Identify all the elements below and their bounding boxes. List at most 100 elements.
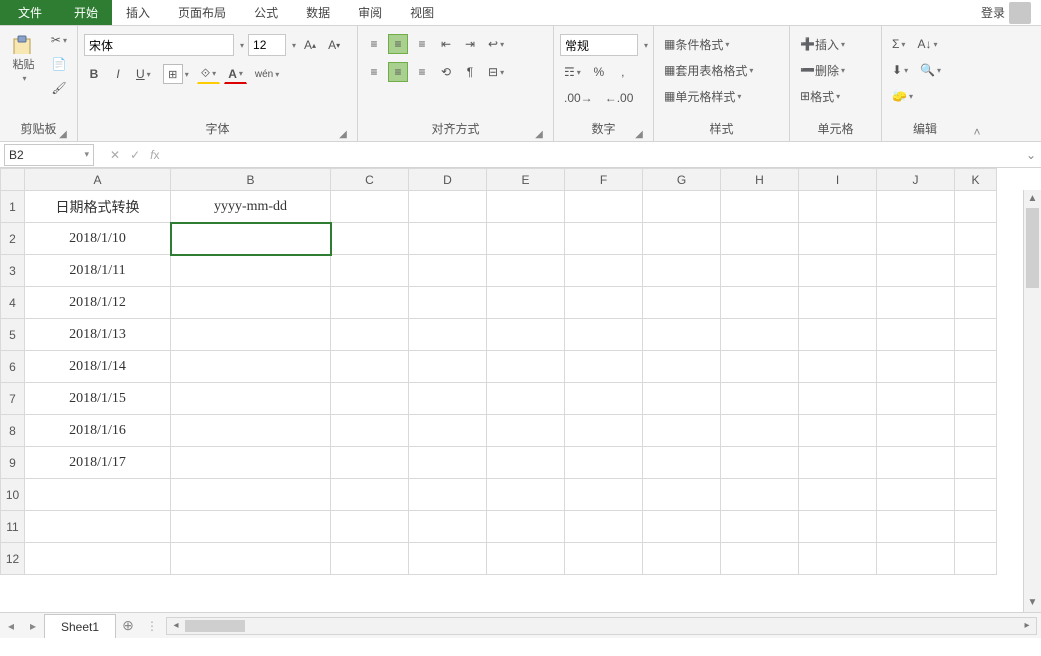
cell[interactable] (331, 383, 409, 415)
cell[interactable] (487, 479, 565, 511)
cell[interactable] (955, 255, 997, 287)
cell[interactable] (409, 511, 487, 543)
cell[interactable] (409, 383, 487, 415)
cell[interactable] (487, 255, 565, 287)
cell[interactable]: 2018/1/16 (25, 415, 171, 447)
row-header[interactable]: 11 (1, 511, 25, 543)
cell[interactable] (171, 255, 331, 287)
cell[interactable] (721, 543, 799, 575)
phonetic-button[interactable]: wén▾ (251, 64, 283, 84)
underline-button[interactable]: U▾ (132, 64, 155, 84)
italic-button[interactable]: I (108, 64, 128, 84)
scroll-thumb[interactable] (1026, 208, 1039, 288)
cell[interactable] (171, 287, 331, 319)
cell[interactable] (565, 383, 643, 415)
cell[interactable] (565, 255, 643, 287)
horizontal-scrollbar[interactable]: ◂ ▸ (166, 617, 1037, 635)
cell[interactable] (643, 447, 721, 479)
add-sheet-button[interactable]: ⊕ (116, 617, 140, 634)
row-header[interactable]: 12 (1, 543, 25, 575)
cell[interactable] (877, 351, 955, 383)
tab-home[interactable]: 开始 (60, 0, 112, 25)
wrap-text-button[interactable]: ↩▾ (484, 34, 508, 54)
cell[interactable]: 2018/1/14 (25, 351, 171, 383)
tab-splitter[interactable]: ⋮ (140, 619, 162, 633)
cell[interactable] (487, 415, 565, 447)
border-button[interactable]: ⊞▾ (159, 64, 193, 84)
font-color-button[interactable]: A▾ (224, 64, 247, 84)
cell[interactable] (955, 543, 997, 575)
cell[interactable]: 2018/1/11 (25, 255, 171, 287)
cell[interactable]: 2018/1/10 (25, 223, 171, 255)
cell[interactable]: yyyy-mm-dd (171, 191, 331, 223)
cell[interactable] (721, 383, 799, 415)
cell[interactable] (877, 415, 955, 447)
grow-font-button[interactable]: A▴ (300, 35, 320, 55)
cell[interactable] (877, 319, 955, 351)
cell[interactable]: 日期格式转换 (25, 191, 171, 223)
dialog-launcher-icon[interactable]: ◢ (633, 127, 645, 139)
tab-nav-next[interactable]: ▸ (22, 619, 44, 633)
cell[interactable] (799, 543, 877, 575)
col-header[interactable]: A (25, 169, 171, 191)
cell[interactable] (331, 255, 409, 287)
cell[interactable] (721, 447, 799, 479)
cell[interactable]: 2018/1/15 (25, 383, 171, 415)
row-header[interactable]: 7 (1, 383, 25, 415)
cell[interactable] (171, 543, 331, 575)
cell[interactable] (409, 287, 487, 319)
cell[interactable] (643, 543, 721, 575)
col-header[interactable]: C (331, 169, 409, 191)
cell[interactable] (721, 191, 799, 223)
cell[interactable] (171, 415, 331, 447)
cell[interactable] (171, 479, 331, 511)
fill-button[interactable]: ⬇▾ (888, 60, 912, 80)
cell[interactable] (721, 223, 799, 255)
cell[interactable] (877, 543, 955, 575)
percent-button[interactable]: % (589, 62, 609, 82)
dialog-launcher-icon[interactable]: ◢ (57, 127, 69, 139)
cell[interactable] (25, 479, 171, 511)
shrink-font-button[interactable]: A▾ (324, 35, 344, 55)
col-header[interactable]: I (799, 169, 877, 191)
cut-button[interactable]: ✂▾ (47, 30, 71, 50)
cell[interactable] (331, 511, 409, 543)
font-size-combo[interactable] (248, 34, 286, 56)
cell[interactable] (487, 351, 565, 383)
scroll-up-icon[interactable]: ▲ (1024, 190, 1041, 208)
tab-formula[interactable]: 公式 (240, 0, 292, 25)
row-header[interactable]: 2 (1, 223, 25, 255)
copy-button[interactable]: 📄 (47, 54, 70, 74)
col-header[interactable]: K (955, 169, 997, 191)
cell[interactable] (955, 191, 997, 223)
cell[interactable] (487, 223, 565, 255)
tab-insert[interactable]: 插入 (112, 0, 164, 25)
sheet-tab[interactable]: Sheet1 (44, 614, 116, 638)
cell[interactable] (565, 191, 643, 223)
merge-button[interactable]: ⊟▾ (484, 62, 508, 82)
cell[interactable] (955, 447, 997, 479)
tab-data[interactable]: 数据 (292, 0, 344, 25)
tab-view[interactable]: 视图 (396, 0, 448, 25)
cell[interactable] (565, 447, 643, 479)
select-all-corner[interactable] (1, 169, 25, 191)
cell[interactable] (721, 319, 799, 351)
cell[interactable] (171, 223, 331, 255)
cell[interactable] (331, 447, 409, 479)
row-header[interactable]: 3 (1, 255, 25, 287)
cell[interactable] (409, 255, 487, 287)
cell[interactable] (565, 287, 643, 319)
cell[interactable] (799, 383, 877, 415)
cell[interactable] (799, 479, 877, 511)
cell[interactable] (643, 383, 721, 415)
cell[interactable] (877, 287, 955, 319)
fx-icon[interactable]: fx (150, 148, 159, 162)
tab-review[interactable]: 审阅 (344, 0, 396, 25)
table-format-button[interactable]: ▦ 套用表格格式▾ (660, 60, 757, 80)
col-header[interactable]: B (171, 169, 331, 191)
cell[interactable]: 2018/1/13 (25, 319, 171, 351)
cell[interactable] (643, 287, 721, 319)
cell-style-button[interactable]: ▦ 单元格样式▾ (660, 86, 745, 106)
sort-button[interactable]: A↓▾ (913, 34, 941, 54)
number-format-combo[interactable] (560, 34, 638, 56)
